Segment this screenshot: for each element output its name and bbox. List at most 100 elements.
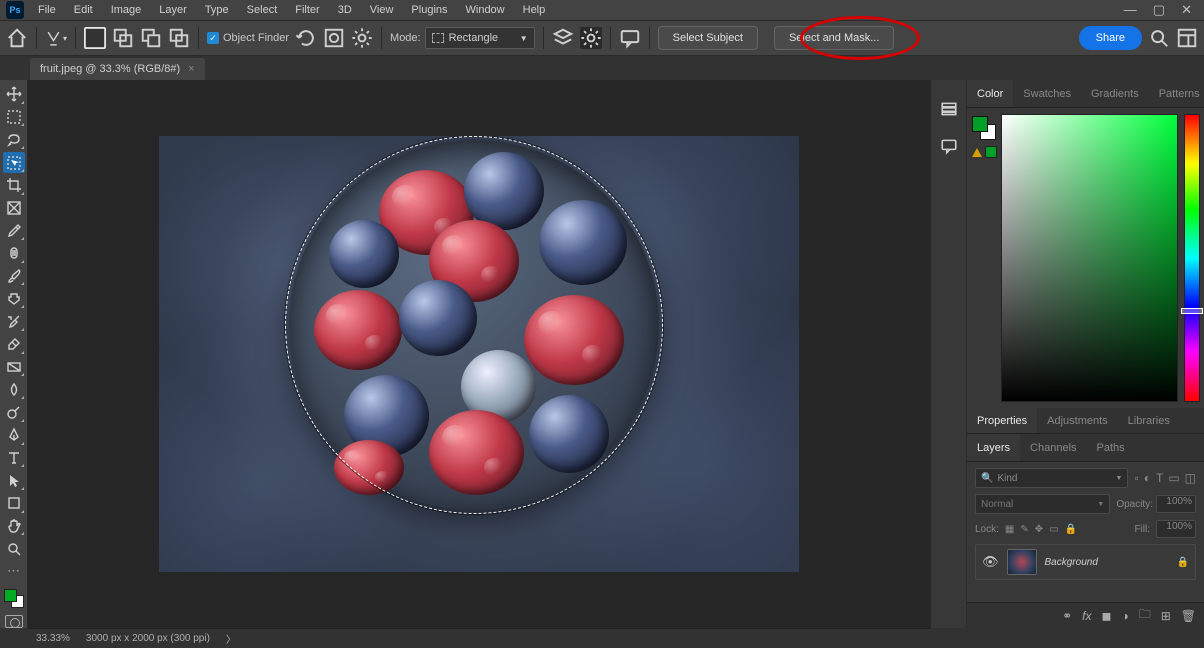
healing-tool[interactable] — [3, 243, 25, 264]
intersect-selection-icon[interactable] — [168, 27, 190, 49]
eraser-tool[interactable] — [3, 334, 25, 355]
delete-layer-icon[interactable]: 🗑 — [1181, 609, 1196, 623]
shape-tool[interactable] — [3, 493, 25, 514]
feedback-icon[interactable] — [619, 27, 641, 49]
tab-swatches[interactable]: Swatches — [1013, 80, 1081, 107]
tab-libraries[interactable]: Libraries — [1118, 408, 1180, 433]
window-minimize-icon[interactable]: ― — [1124, 2, 1137, 18]
workspace-icon[interactable] — [1176, 27, 1198, 49]
sample-gear-icon[interactable] — [580, 27, 602, 49]
menu-window[interactable]: Window — [458, 2, 513, 18]
overlay-icon[interactable] — [323, 27, 345, 49]
document-tab[interactable]: fruit.jpeg @ 33.3% (RGB/8#) × — [30, 58, 205, 80]
share-button[interactable]: Share — [1079, 26, 1142, 50]
opacity-input[interactable]: 100% — [1156, 495, 1196, 513]
comments-panel-icon[interactable] — [940, 137, 958, 158]
type-tool[interactable] — [3, 448, 25, 469]
blend-mode-dropdown[interactable]: Normal ▼ — [975, 494, 1110, 514]
lock-position-icon[interactable]: ✥ — [1035, 524, 1043, 535]
gear-icon[interactable] — [351, 27, 373, 49]
status-more-icon[interactable]: 〉 — [226, 631, 236, 646]
crop-tool[interactable] — [3, 175, 25, 196]
zoom-tool[interactable] — [3, 538, 25, 559]
window-maximize-icon[interactable]: ▢ — [1153, 2, 1165, 18]
mode-dropdown[interactable]: Rectangle ▼ — [425, 27, 535, 49]
brush-tool[interactable] — [3, 266, 25, 287]
eyedropper-tool[interactable] — [3, 220, 25, 241]
filter-pixel-icon[interactable]: ▫ — [1134, 471, 1138, 485]
history-panel-icon[interactable] — [940, 100, 958, 121]
color-swatch-pair[interactable] — [3, 588, 25, 609]
menu-select[interactable]: Select — [239, 2, 286, 18]
clone-stamp-tool[interactable] — [3, 288, 25, 309]
menu-image[interactable]: Image — [103, 2, 150, 18]
menu-3d[interactable]: 3D — [330, 2, 360, 18]
gradient-tool[interactable] — [3, 357, 25, 378]
color-swatch-mini[interactable] — [972, 116, 996, 140]
color-picker-area[interactable] — [1001, 114, 1178, 402]
home-icon[interactable] — [6, 27, 28, 49]
menu-layer[interactable]: Layer — [151, 2, 195, 18]
link-layers-icon[interactable]: ⚭ — [1062, 609, 1072, 623]
close-tab-icon[interactable]: × — [188, 63, 194, 75]
blur-tool[interactable] — [3, 379, 25, 400]
frame-tool[interactable] — [3, 198, 25, 219]
layer-mask-icon[interactable]: ◼ — [1101, 609, 1111, 623]
lock-icon[interactable]: 🔒 — [1177, 557, 1189, 568]
pen-tool[interactable] — [3, 425, 25, 446]
document-dimensions[interactable]: 3000 px x 2000 px (300 ppi) — [86, 633, 210, 644]
fill-input[interactable]: 100% — [1156, 520, 1196, 538]
object-finder-check[interactable]: ✓ Object Finder — [207, 32, 289, 44]
search-icon[interactable] — [1148, 27, 1170, 49]
lock-transparent-icon[interactable]: ▦ — [1005, 524, 1014, 535]
tab-layers[interactable]: Layers — [967, 434, 1020, 461]
lock-all-icon[interactable]: 🔒 — [1065, 524, 1077, 535]
zoom-level[interactable]: 33.33% — [36, 633, 70, 644]
tab-color[interactable]: Color — [967, 80, 1013, 107]
path-select-tool[interactable] — [3, 470, 25, 491]
layer-thumbnail[interactable] — [1007, 549, 1037, 575]
add-selection-icon[interactable] — [112, 27, 134, 49]
filter-shape-icon[interactable]: ▭ — [1168, 471, 1179, 485]
tab-gradients[interactable]: Gradients — [1081, 80, 1149, 107]
tab-paths[interactable]: Paths — [1087, 434, 1135, 461]
tab-channels[interactable]: Channels — [1020, 434, 1086, 461]
menu-type[interactable]: Type — [197, 2, 237, 18]
menu-edit[interactable]: Edit — [66, 2, 101, 18]
hue-thumb[interactable] — [1182, 309, 1202, 313]
lock-artboard-icon[interactable]: ▭ — [1049, 524, 1058, 535]
canvas-area[interactable] — [28, 80, 930, 628]
lasso-tool[interactable] — [3, 129, 25, 150]
adjustment-layer-icon[interactable]: ◑ — [1121, 609, 1128, 623]
move-tool[interactable] — [3, 84, 25, 105]
object-selection-tool[interactable] — [3, 152, 25, 173]
new-selection-icon[interactable] — [84, 27, 106, 49]
group-icon[interactable]: 🗀 — [1139, 605, 1151, 626]
filter-type-icon[interactable]: T — [1156, 471, 1163, 485]
select-subject-button[interactable]: Select Subject — [658, 26, 758, 50]
gamut-warning[interactable] — [972, 146, 997, 158]
subtract-selection-icon[interactable] — [140, 27, 162, 49]
marquee-tool[interactable] — [3, 107, 25, 128]
edit-toolbar-icon[interactable]: ⋯ — [3, 561, 25, 582]
visibility-icon[interactable]: 👁 — [982, 554, 999, 570]
layer-row[interactable]: 👁 Background 🔒 — [975, 544, 1196, 580]
menu-help[interactable]: Help — [515, 2, 554, 18]
menu-view[interactable]: View — [362, 2, 402, 18]
filter-smart-icon[interactable]: ◫ — [1185, 471, 1196, 485]
filter-adjust-icon[interactable]: ◐ — [1144, 471, 1151, 485]
layer-name[interactable]: Background — [1045, 557, 1098, 568]
new-layer-icon[interactable]: ⊞ — [1161, 609, 1171, 623]
tab-properties[interactable]: Properties — [967, 408, 1037, 433]
lock-paint-icon[interactable]: ✎ — [1020, 524, 1028, 535]
refresh-icon[interactable] — [295, 27, 317, 49]
menu-plugins[interactable]: Plugins — [403, 2, 455, 18]
menu-filter[interactable]: Filter — [287, 2, 327, 18]
dodge-tool[interactable] — [3, 402, 25, 423]
sample-layers-icon[interactable] — [552, 27, 574, 49]
layer-filter-dropdown[interactable]: 🔍 Kind ▼ — [975, 468, 1128, 488]
tab-adjustments[interactable]: Adjustments — [1037, 408, 1118, 433]
tab-patterns[interactable]: Patterns — [1149, 80, 1204, 107]
select-and-mask-button[interactable]: Select and Mask... — [774, 26, 895, 50]
hue-slider[interactable] — [1184, 114, 1200, 402]
